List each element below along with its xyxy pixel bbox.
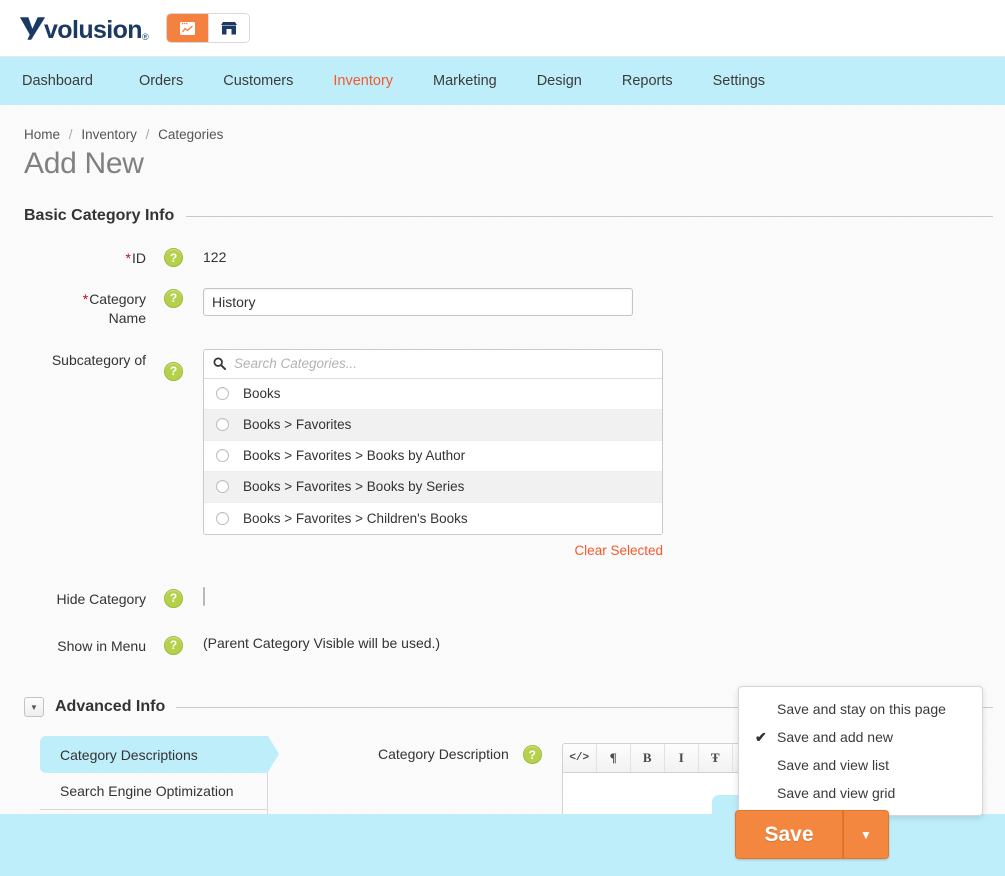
section-divider bbox=[186, 215, 993, 217]
page-title: Add New bbox=[24, 147, 144, 180]
required-marker: * bbox=[125, 250, 131, 266]
category-name-row: *Category Name ? bbox=[24, 287, 1005, 328]
chevron-down-icon: ▼ bbox=[30, 702, 38, 712]
category-option-label: Books bbox=[243, 386, 281, 402]
category-option-row[interactable]: Books > Favorites > Children's Books bbox=[204, 502, 662, 534]
main-navigation: Dashboard Orders Customers Inventory Mar… bbox=[0, 57, 1005, 105]
registered-mark: ® bbox=[141, 31, 149, 42]
category-option-label: Books > Favorites > Children's Books bbox=[243, 510, 468, 526]
required-marker: * bbox=[82, 290, 89, 307]
save-button-group: Save ▼ bbox=[735, 810, 889, 859]
paragraph-format-icon[interactable]: ¶ bbox=[597, 744, 631, 773]
category-radio[interactable] bbox=[216, 480, 229, 494]
category-name-label: *Category Name bbox=[82, 290, 146, 326]
id-value: 122 bbox=[203, 249, 227, 265]
check-icon: ✔ bbox=[755, 728, 767, 745]
volusion-checkmark-icon bbox=[19, 16, 46, 40]
italic-icon[interactable]: I bbox=[665, 744, 699, 773]
subcategory-row: Subcategory of ? Books Books > Favorit bbox=[24, 348, 1005, 558]
tab-category-descriptions[interactable]: Category Descriptions bbox=[40, 736, 279, 774]
source-code-icon[interactable]: </> bbox=[563, 744, 597, 773]
advanced-info-collapse-toggle[interactable]: ▼ bbox=[24, 697, 44, 718]
hide-category-help-icon[interactable]: ? bbox=[164, 588, 183, 608]
storefront-mode-button[interactable] bbox=[207, 14, 249, 42]
breadcrumb: Home / Inventory / Categories bbox=[24, 127, 1005, 142]
category-option-label: Books > Favorites > Books by Author bbox=[243, 448, 466, 464]
menu-item-save-and-add-new[interactable]: ✔ Save and add new bbox=[739, 723, 982, 751]
advanced-info-heading: Advanced Info bbox=[55, 698, 166, 716]
breadcrumb-home[interactable]: Home bbox=[24, 127, 60, 142]
breadcrumb-separator: / bbox=[68, 127, 73, 142]
nav-item-customers[interactable]: Customers bbox=[203, 73, 313, 89]
clear-selected-link[interactable]: Clear Selected bbox=[203, 543, 663, 558]
show-in-menu-note: (Parent Category Visible will be used.) bbox=[203, 634, 441, 651]
menu-item-label: Save and stay on this page bbox=[777, 701, 946, 717]
breadcrumb-categories[interactable]: Categories bbox=[158, 127, 223, 142]
category-radio[interactable] bbox=[216, 449, 229, 463]
save-options-menu: Save and stay on this page ✔ Save and ad… bbox=[738, 686, 983, 816]
show-in-menu-label: Show in Menu bbox=[57, 637, 146, 654]
tab-label: Category Descriptions bbox=[60, 746, 198, 763]
category-option-label: Books > Favorites bbox=[243, 417, 352, 433]
nav-item-dashboard[interactable]: Dashboard bbox=[22, 73, 119, 89]
volusion-logo[interactable]: volusion ® bbox=[19, 15, 149, 42]
bold-icon[interactable]: B bbox=[631, 744, 665, 773]
category-search-input[interactable] bbox=[234, 356, 653, 372]
category-radio[interactable] bbox=[216, 418, 229, 432]
category-option-row[interactable]: Books > Favorites bbox=[204, 409, 662, 441]
menu-item-label: Save and view list bbox=[777, 757, 890, 773]
id-help-icon[interactable]: ? bbox=[164, 248, 183, 267]
category-radio[interactable] bbox=[216, 387, 229, 401]
category-description-help-icon[interactable]: ? bbox=[522, 745, 542, 765]
mode-toggle-group[interactable] bbox=[165, 13, 250, 43]
category-picker: Books Books > Favorites Books > Favorite… bbox=[203, 348, 663, 535]
category-search-bar[interactable] bbox=[204, 349, 662, 379]
menu-item-label: Save and view grid bbox=[777, 785, 896, 801]
basic-info-section-header: Basic Category Info bbox=[24, 207, 1005, 225]
show-in-menu-help-icon[interactable]: ? bbox=[164, 635, 183, 655]
nav-item-design[interactable]: Design bbox=[517, 73, 602, 89]
menu-item-save-and-view-list[interactable]: Save and view list bbox=[739, 751, 982, 779]
breadcrumb-inventory[interactable]: Inventory bbox=[81, 127, 137, 142]
menu-item-save-and-stay[interactable]: Save and stay on this page bbox=[739, 695, 982, 723]
subcategory-help-icon[interactable]: ? bbox=[164, 361, 183, 381]
save-button[interactable]: Save bbox=[735, 810, 843, 859]
app-header: volusion ® bbox=[0, 0, 1005, 57]
nav-item-orders[interactable]: Orders bbox=[119, 73, 203, 89]
hide-category-label: Hide Category bbox=[56, 590, 147, 607]
category-option-row[interactable]: Books > Favorites > Books by Author bbox=[204, 440, 662, 472]
category-option-row[interactable]: Books bbox=[204, 378, 662, 410]
hide-category-row: Hide Category ? bbox=[24, 586, 1005, 609]
category-option-row[interactable]: Books > Favorites > Books by Series bbox=[204, 471, 662, 503]
breadcrumb-separator: / bbox=[145, 127, 150, 142]
category-option-label: Books > Favorites > Books by Series bbox=[243, 479, 465, 495]
subcategory-label: Subcategory of bbox=[51, 351, 146, 368]
menu-item-label: Save and add new bbox=[777, 729, 893, 745]
hide-category-checkbox[interactable] bbox=[203, 586, 205, 606]
menu-item-save-and-view-grid[interactable]: Save and view grid bbox=[739, 779, 982, 807]
show-in-menu-row: Show in Menu ? (Parent Category Visible … bbox=[24, 635, 1005, 656]
category-radio[interactable] bbox=[216, 511, 229, 525]
strikethrough-icon[interactable]: Ŧ bbox=[699, 744, 733, 773]
chart-window-icon bbox=[179, 21, 195, 35]
nav-item-marketing[interactable]: Marketing bbox=[413, 73, 517, 89]
tab-search-engine-optimization[interactable]: Search Engine Optimization bbox=[40, 773, 268, 811]
nav-item-settings[interactable]: Settings bbox=[693, 73, 785, 89]
nav-item-reports[interactable]: Reports bbox=[602, 73, 693, 89]
id-field-row: *ID ? 122 bbox=[24, 247, 1005, 268]
basic-info-heading: Basic Category Info bbox=[24, 207, 175, 224]
dashboard-mode-button[interactable] bbox=[166, 14, 208, 42]
nav-item-inventory[interactable]: Inventory bbox=[313, 73, 413, 89]
tab-label: Search Engine Optimization bbox=[60, 783, 234, 800]
storefront-icon bbox=[220, 21, 237, 34]
brand-name: volusion bbox=[44, 15, 143, 44]
id-label: *ID bbox=[125, 250, 146, 266]
save-dropdown-toggle[interactable]: ▼ bbox=[843, 810, 889, 859]
category-name-help-icon[interactable]: ? bbox=[164, 288, 183, 308]
category-name-input[interactable] bbox=[203, 287, 633, 316]
search-icon bbox=[213, 357, 226, 371]
